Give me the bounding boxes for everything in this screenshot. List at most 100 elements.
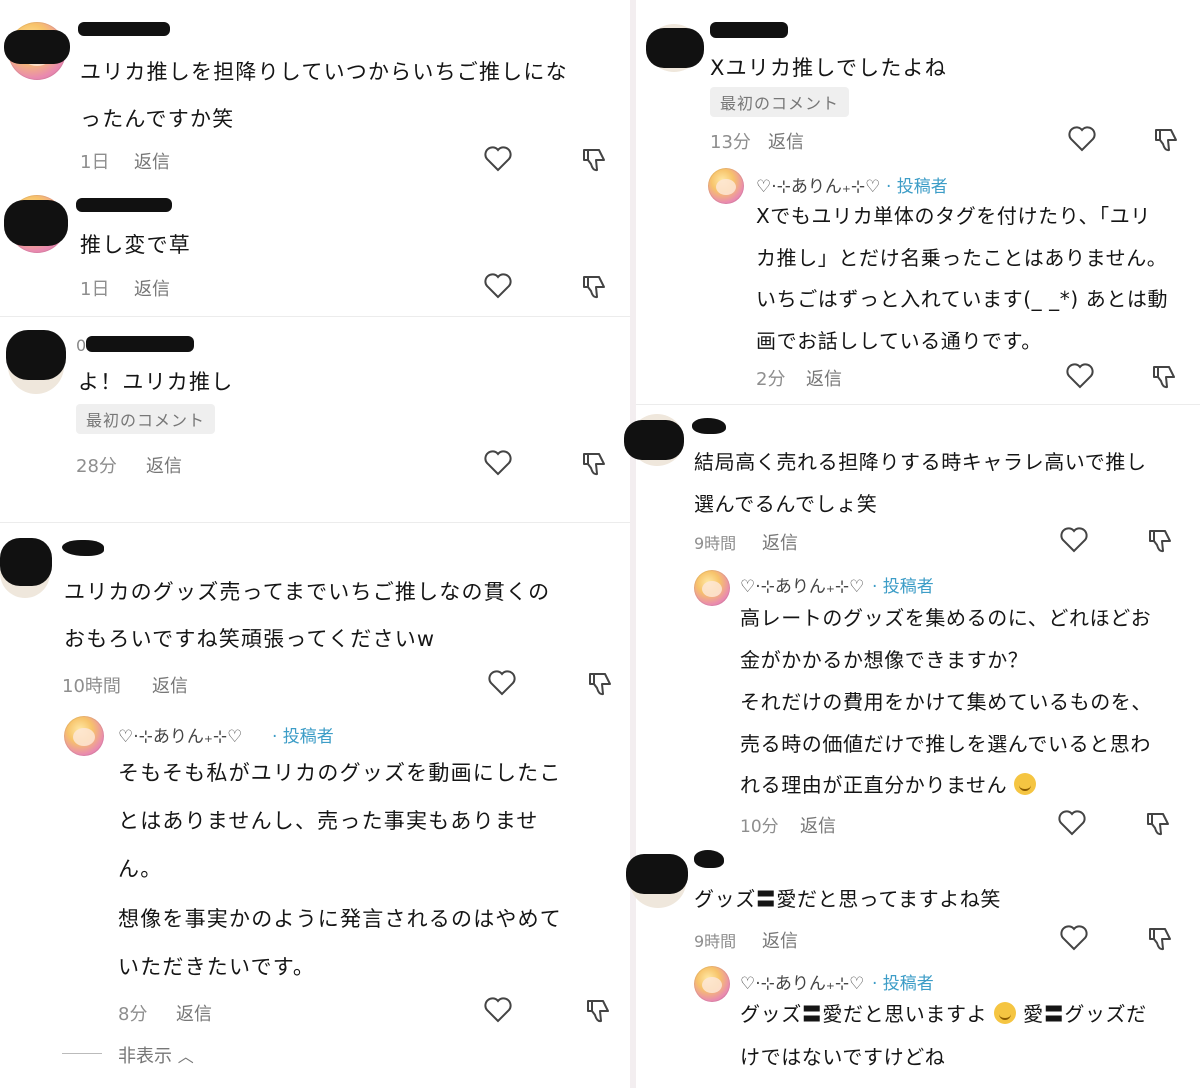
commenter-name: 0 (76, 336, 87, 355)
relieved-face-emoji (994, 1002, 1017, 1024)
heart-icon[interactable] (484, 997, 512, 1023)
reply-text: それだけの費用をかけて集めているものを、 (740, 690, 1152, 714)
comment-time: 9時間 (694, 932, 737, 951)
heart-icon[interactable] (484, 273, 512, 299)
author-avatar[interactable] (694, 966, 730, 1002)
comment-text: グッズ〓愛だと思ってますよね笑 (694, 887, 1001, 911)
author-avatar[interactable] (708, 168, 744, 204)
hide-line (62, 1053, 102, 1054)
redaction (4, 200, 68, 246)
dislike-icon[interactable] (584, 997, 612, 1025)
reply-button[interactable]: 返信 (152, 672, 188, 698)
reply-text: れる理由が正直分かりません (740, 773, 1008, 797)
reply-text: 想像を事実かのように発言されるのはやめて (118, 907, 562, 931)
comment-time: 10時間 (62, 676, 121, 697)
reply-button[interactable]: 返信 (800, 812, 836, 838)
author-tag: · 投稿者 (872, 974, 934, 994)
dislike-icon[interactable] (1144, 810, 1172, 838)
chevron-up-icon: ︿ (177, 1047, 194, 1066)
redaction (694, 850, 724, 868)
author-name: ♡·⊹ありん₊⊹♡ (118, 727, 243, 747)
author-name: ♡·⊹ありん₊⊹♡ (740, 577, 865, 597)
reply-text: Xでもユリカ単体のタグを付けたり、「ユリ (756, 204, 1151, 228)
redaction (6, 330, 66, 380)
comment-text: 推し変で草 (80, 233, 191, 257)
redaction (76, 198, 172, 212)
reply-button[interactable]: 返信 (768, 128, 804, 154)
heart-icon[interactable] (1058, 810, 1086, 836)
redaction (0, 538, 52, 586)
comment-text: 結局高く売れる担降りする時キャラレ高いで推し (694, 450, 1147, 474)
redaction (62, 540, 104, 556)
author-name: ♡·⊹ありん₊⊹♡ (740, 974, 865, 994)
dislike-icon[interactable] (1152, 126, 1180, 154)
dislike-icon[interactable] (580, 450, 608, 478)
comment-text: よ！ユリカ推し (78, 370, 234, 394)
heart-icon[interactable] (484, 146, 512, 172)
reply-time: 2分 (756, 369, 786, 390)
dislike-icon[interactable] (586, 670, 614, 698)
reply-button[interactable]: 返信 (762, 529, 798, 555)
redaction (646, 28, 704, 68)
author-tag: · 投稿者 (272, 727, 334, 747)
divider (0, 522, 630, 523)
hide-label: 非表示 (118, 1046, 172, 1067)
divider (0, 316, 630, 317)
dislike-icon[interactable] (580, 273, 608, 301)
comment-time: 13分 (710, 132, 751, 153)
reply-button[interactable]: 返信 (176, 1000, 212, 1026)
first-comment-badge: 最初のコメント (76, 404, 216, 434)
reply-button[interactable]: 返信 (762, 927, 798, 953)
comment-text: ユリカのグッズ売ってまでいちご推しなの貫くの (64, 580, 551, 604)
author-tag: · 投稿者 (886, 177, 948, 197)
comment-text: 選んでるんでしょ笑 (694, 492, 878, 516)
redaction (692, 418, 726, 434)
heart-icon[interactable] (1060, 925, 1088, 951)
dislike-icon[interactable] (1146, 527, 1174, 555)
face-with-monocle-emoji (1014, 773, 1037, 795)
divider (636, 404, 1200, 405)
heart-icon[interactable] (1068, 126, 1096, 152)
comment-time: 1日 (80, 279, 110, 300)
redaction (86, 336, 194, 352)
reply-text: そもそも私がユリカのグッズを動画にしたこ (118, 761, 562, 785)
reply-text: 高レートのグッズを集めるのに、どれほどお (740, 606, 1152, 630)
reply-text: 金がかかるか想像できますか？ (740, 648, 1029, 672)
comment-time: 1日 (80, 152, 110, 173)
reply-button[interactable]: 返信 (134, 275, 170, 301)
redaction (626, 854, 688, 894)
first-comment-badge: 最初のコメント (710, 87, 850, 117)
heart-icon[interactable] (488, 670, 516, 696)
author-avatar[interactable] (694, 570, 730, 606)
heart-icon[interactable] (1066, 363, 1094, 389)
redaction (4, 30, 70, 64)
comment-text: おもろいですね笑頑張ってくださいw (64, 627, 436, 651)
reply-button[interactable]: 返信 (146, 452, 182, 478)
reply-text: とはありませんし、売った事実もありませ (118, 809, 539, 833)
reply-text: カ推し」とだけ名乗ったことはありません。 (756, 246, 1168, 270)
hide-replies-button[interactable]: 非表示 ︿ (118, 1042, 194, 1068)
reply-time: 10分 (740, 817, 779, 837)
reply-text: いちごはずっと入れています(_ _*) あとは動 (756, 287, 1169, 311)
reply-text: グッズ〓愛だと思いますよ (740, 1002, 988, 1026)
reply-text: いただきたいです。 (118, 955, 316, 979)
reply-text: 売る時の価値だけで推しを選んでいると思わ (740, 732, 1151, 756)
author-tag: · 投稿者 (872, 577, 934, 597)
reply-text-last: れる理由が正直分かりません (740, 769, 1037, 798)
reply-time: 8分 (118, 1004, 148, 1025)
dislike-icon[interactable] (1146, 925, 1174, 953)
comment-time: 28分 (76, 456, 117, 477)
heart-icon[interactable] (484, 450, 512, 476)
reply-text: けではないですけどね (740, 1045, 946, 1069)
reply-button[interactable]: 返信 (806, 365, 842, 391)
redaction (710, 22, 788, 38)
comment-text: ったんですか笑 (80, 107, 235, 131)
reply-text: ん。 (118, 857, 163, 881)
dislike-icon[interactable] (1150, 363, 1178, 391)
dislike-icon[interactable] (580, 146, 608, 174)
comment-text: ユリカ推しを担降りしていつからいちご推しにな (80, 60, 568, 84)
author-avatar[interactable] (64, 716, 104, 756)
reply-button[interactable]: 返信 (134, 148, 170, 174)
heart-icon[interactable] (1060, 527, 1088, 553)
comment-time: 9時間 (694, 534, 737, 553)
